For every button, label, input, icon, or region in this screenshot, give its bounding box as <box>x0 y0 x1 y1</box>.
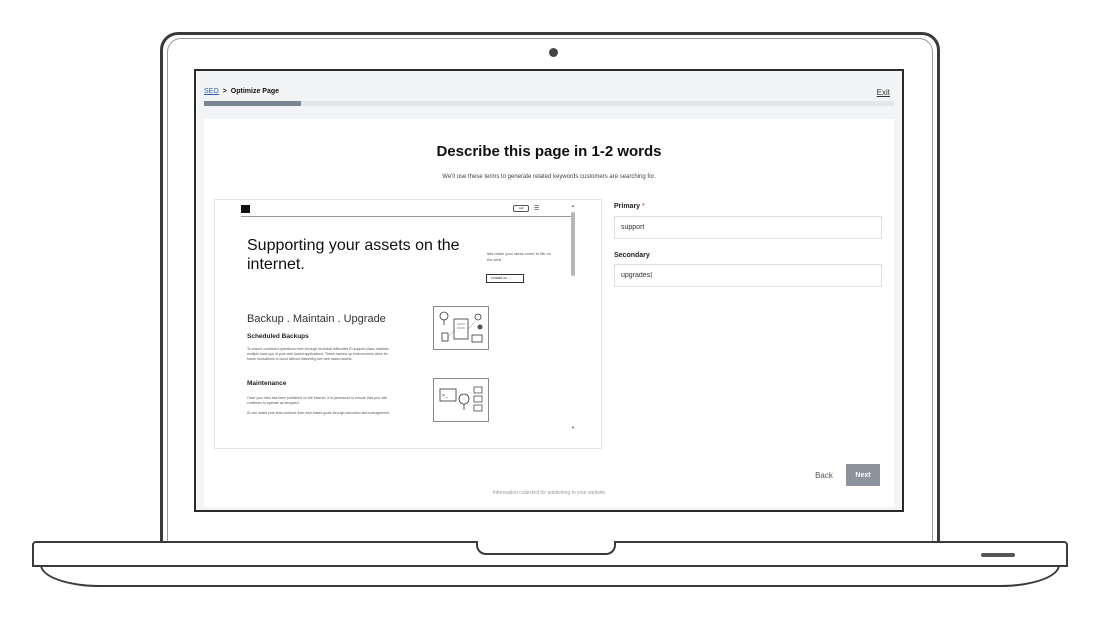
hamburger-icon: ☰ <box>534 206 540 212</box>
progress-bar <box>204 101 894 106</box>
preview-contact-label: contact us <box>491 276 507 280</box>
primary-label-text: Primary <box>614 203 641 210</box>
primary-label: Primary * <box>614 203 645 210</box>
preview-section2-heading: Maintenance <box>247 380 287 387</box>
breadcrumb-separator: > <box>222 88 227 95</box>
required-mark: * <box>642 203 645 210</box>
svg-text:>_: >_ <box>442 393 449 399</box>
preview-section2-text: Once your idea has been published on the… <box>247 396 387 405</box>
breadcrumb-seo-link[interactable]: SEO <box>204 88 219 95</box>
scroll-up-icon[interactable]: ▲ <box>570 204 576 208</box>
status-led <box>981 553 1015 557</box>
page-title: Describe this page in 1-2 words <box>436 143 662 160</box>
back-button[interactable]: Back <box>812 469 836 483</box>
next-button[interactable]: Next <box>846 464 880 486</box>
secondary-label-text: Secondary <box>614 252 650 259</box>
secondary-keyword-input[interactable] <box>614 264 882 287</box>
exit-link[interactable]: Exit <box>877 88 890 97</box>
preview-call-pill: call <box>513 205 529 212</box>
secondary-label: Secondary <box>614 252 650 259</box>
laptop-notch <box>476 541 616 555</box>
footer-note: Information collected for publishing to … <box>492 490 606 496</box>
page-subtitle: We'll use these terms to generate relate… <box>442 174 656 180</box>
monitor-lightbulb-icon: >_ <box>439 386 483 412</box>
preview-tagline: Backup . Maintain . Upgrade <box>247 313 386 325</box>
website-preview[interactable]: call ☰ Supporting your assets on the int… <box>214 199 602 449</box>
content-card: Describe this page in 1-2 words We'll us… <box>204 119 894 507</box>
preview-hero-title: Supporting your assets on the internet. <box>247 237 460 273</box>
camera-icon <box>549 48 558 57</box>
preview-header: call ☰ <box>241 205 571 217</box>
primary-keyword-input[interactable] <box>614 216 882 239</box>
scroll-down-icon[interactable]: ▼ <box>570 426 576 430</box>
preview-illustration-maintenance: >_ <box>433 378 489 422</box>
preview-cta-text: lets make your ideas come to life on the… <box>487 251 551 262</box>
preview-scrollbar[interactable]: ▲ ▼ <box>570 204 576 432</box>
progress-fill <box>204 101 301 106</box>
preview-illustration-backup <box>433 306 489 350</box>
app-screen: SEO > Optimize Page Exit Describe this p… <box>194 69 904 512</box>
top-bar: SEO > Optimize Page Exit <box>196 71 902 109</box>
preview-contact-button: contact us → <box>486 274 524 283</box>
preview-section1-text: To ensure continued operations even thro… <box>247 347 389 361</box>
laptop-base-bottom <box>40 565 1060 587</box>
preview-section1-heading: Scheduled Backups <box>247 333 309 340</box>
lightbulb-diagram-icon <box>439 311 483 343</box>
breadcrumb-current: Optimize Page <box>230 88 280 95</box>
preview-scroll-thumb[interactable] <box>571 212 575 276</box>
breadcrumb: SEO > Optimize Page <box>204 88 279 95</box>
preview-section2-text2: ID can assist your team achieve their we… <box>247 411 390 415</box>
preview-logo <box>241 205 250 213</box>
